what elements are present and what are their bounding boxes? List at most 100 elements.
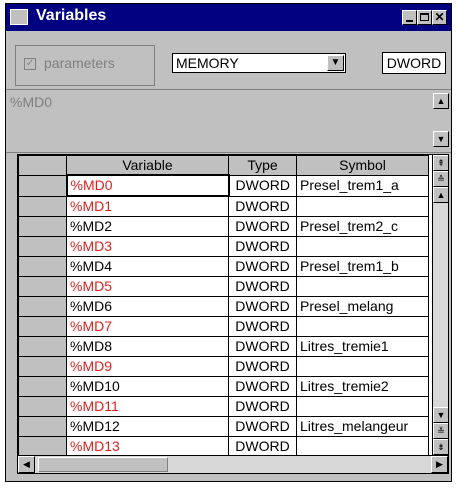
table-row[interactable]: %MD13 DWORD xyxy=(18,436,429,455)
variable-cell[interactable]: %MD3 xyxy=(66,236,229,257)
symbol-cell[interactable]: Litres_melangeur xyxy=(296,416,429,437)
chevron-down-icon[interactable]: ▼ xyxy=(327,55,344,71)
variable-cell[interactable]: %MD2 xyxy=(66,216,229,237)
variable-cell[interactable]: %MD1 xyxy=(66,195,229,217)
type-cell[interactable]: DWORD xyxy=(228,276,297,297)
row-header[interactable] xyxy=(18,195,67,217)
minimize-button[interactable] xyxy=(402,10,417,25)
table-row[interactable]: %MD7 DWORD xyxy=(18,316,429,337)
row-header[interactable] xyxy=(18,216,67,237)
symbol-cell[interactable]: Presel_trem2_c xyxy=(296,216,429,237)
variable-cell[interactable]: %MD0 xyxy=(65,174,230,197)
table-row[interactable]: %MD9 DWORD xyxy=(18,356,429,377)
table-row[interactable]: %MD10 DWORD Litres_tremie2 xyxy=(18,376,429,397)
row-header[interactable] xyxy=(18,356,67,377)
window-title: Variables xyxy=(36,7,107,24)
scroll-down-icon[interactable]: ▼ xyxy=(433,131,449,147)
row-header[interactable] xyxy=(18,436,67,455)
type-cell[interactable]: DWORD xyxy=(228,356,297,377)
table-row[interactable]: %MD12 DWORD Litres_melangeur xyxy=(18,416,429,437)
symbol-cell[interactable] xyxy=(296,316,429,337)
symbol-cell[interactable] xyxy=(296,396,429,417)
scroll-bottom-icon[interactable]: ⇟ xyxy=(433,439,448,455)
row-header[interactable] xyxy=(18,396,67,417)
type-cell[interactable]: DWORD xyxy=(228,236,297,257)
memory-select[interactable]: MEMORY ▼ xyxy=(172,53,346,73)
close-button[interactable]: ✕ xyxy=(432,10,447,25)
row-header[interactable] xyxy=(18,376,67,397)
table-row[interactable]: %MD0 DWORD Presel_trem1_a xyxy=(18,174,429,197)
symbol-cell[interactable]: Presel_trem1_b xyxy=(296,256,429,277)
scroll-down-icon[interactable]: ▼ xyxy=(433,407,448,423)
symbol-cell[interactable]: Presel_trem1_a xyxy=(296,174,429,197)
row-header[interactable] xyxy=(18,276,67,297)
type-cell[interactable]: DWORD xyxy=(228,416,297,437)
type-cell[interactable]: DWORD xyxy=(228,296,297,317)
scroll-right-icon[interactable]: ▶ xyxy=(431,456,448,473)
type-cell[interactable]: DWORD xyxy=(228,256,297,277)
type-cell[interactable]: DWORD xyxy=(228,216,297,237)
symbol-cell[interactable]: Litres_tremie2 xyxy=(296,376,429,397)
variable-cell[interactable]: %MD8 xyxy=(66,336,229,357)
row-header[interactable] xyxy=(18,256,67,277)
table-row[interactable]: %MD4 DWORD Presel_trem1_b xyxy=(18,256,429,277)
variable-cell[interactable]: %MD4 xyxy=(66,256,229,277)
symbol-cell[interactable] xyxy=(296,436,429,455)
scroll-top-icon[interactable]: ⇞ xyxy=(433,155,448,171)
variable-cell[interactable]: %MD13 xyxy=(66,436,229,455)
table-row[interactable]: %MD1 DWORD xyxy=(18,195,429,217)
window-icon xyxy=(10,9,28,25)
page-down-icon[interactable]: ≚ xyxy=(433,423,448,439)
symbol-cell[interactable]: Presel_melang xyxy=(296,296,429,317)
variable-cell[interactable]: %MD9 xyxy=(66,356,229,377)
row-header[interactable] xyxy=(18,174,67,197)
variable-cell[interactable]: %MD6 xyxy=(66,296,229,317)
page-up-icon[interactable]: ≙ xyxy=(433,171,448,187)
row-header[interactable] xyxy=(18,336,67,357)
grid-horizontal-scrollbar[interactable]: ◀ ▶ xyxy=(17,456,449,474)
symbol-cell[interactable] xyxy=(296,195,429,217)
variable-cell[interactable]: %MD12 xyxy=(66,416,229,437)
table-row[interactable]: %MD2 DWORD Presel_trem2_c xyxy=(18,216,429,237)
row-header[interactable] xyxy=(18,236,67,257)
corner-cell[interactable] xyxy=(18,155,67,176)
symbol-cell[interactable]: Litres_tremie1 xyxy=(296,336,429,357)
comment-scrollbar[interactable]: ▲ ▼ xyxy=(433,93,449,149)
maximize-button[interactable] xyxy=(417,10,432,25)
type-cell[interactable]: DWORD xyxy=(228,396,297,417)
type-cell[interactable]: DWORD xyxy=(228,316,297,337)
symbol-cell[interactable] xyxy=(296,356,429,377)
table-row[interactable]: %MD8 DWORD Litres_tremie1 xyxy=(18,336,429,357)
row-header[interactable] xyxy=(18,296,67,317)
variable-cell[interactable]: %MD10 xyxy=(66,376,229,397)
table-row[interactable]: %MD11 DWORD xyxy=(18,396,429,417)
scroll-up-icon[interactable]: ▲ xyxy=(433,187,448,203)
scroll-left-icon[interactable]: ◀ xyxy=(18,456,35,473)
symbol-cell[interactable] xyxy=(296,236,429,257)
grid-vertical-scrollbar[interactable]: ⇞ ≙ ▲ ▼ ≚ ⇟ xyxy=(432,155,448,455)
type-cell[interactable]: DWORD xyxy=(228,336,297,357)
type-cell[interactable]: DWORD xyxy=(228,174,297,197)
symbol-cell[interactable] xyxy=(296,276,429,297)
variable-cell[interactable]: %MD7 xyxy=(66,316,229,337)
scroll-up-icon[interactable]: ▲ xyxy=(433,93,449,109)
comment-area[interactable]: %MD0 ▲ ▼ xyxy=(6,89,451,153)
table-row[interactable]: %MD6 DWORD Presel_melang xyxy=(18,296,429,317)
title-bar[interactable]: Variables ✕ xyxy=(6,4,451,31)
parameters-checkbox[interactable]: ✓ xyxy=(24,58,36,70)
header-row: Variable Type Symbol xyxy=(18,155,429,176)
horizontal-scroll-thumb[interactable] xyxy=(38,457,168,472)
type-button[interactable]: DWORD xyxy=(382,52,446,74)
type-cell[interactable]: DWORD xyxy=(228,195,297,217)
row-header[interactable] xyxy=(18,416,67,437)
type-cell[interactable]: DWORD xyxy=(228,376,297,397)
row-header[interactable] xyxy=(18,316,67,337)
table-row[interactable]: %MD3 DWORD xyxy=(18,236,429,257)
column-header-variable[interactable]: Variable xyxy=(66,155,229,176)
variable-cell[interactable]: %MD5 xyxy=(66,276,229,297)
column-header-symbol[interactable]: Symbol xyxy=(296,155,429,176)
type-cell[interactable]: DWORD xyxy=(228,436,297,455)
variable-cell[interactable]: %MD11 xyxy=(66,396,229,417)
table-row[interactable]: %MD5 DWORD xyxy=(18,276,429,297)
column-header-type[interactable]: Type xyxy=(228,155,297,176)
